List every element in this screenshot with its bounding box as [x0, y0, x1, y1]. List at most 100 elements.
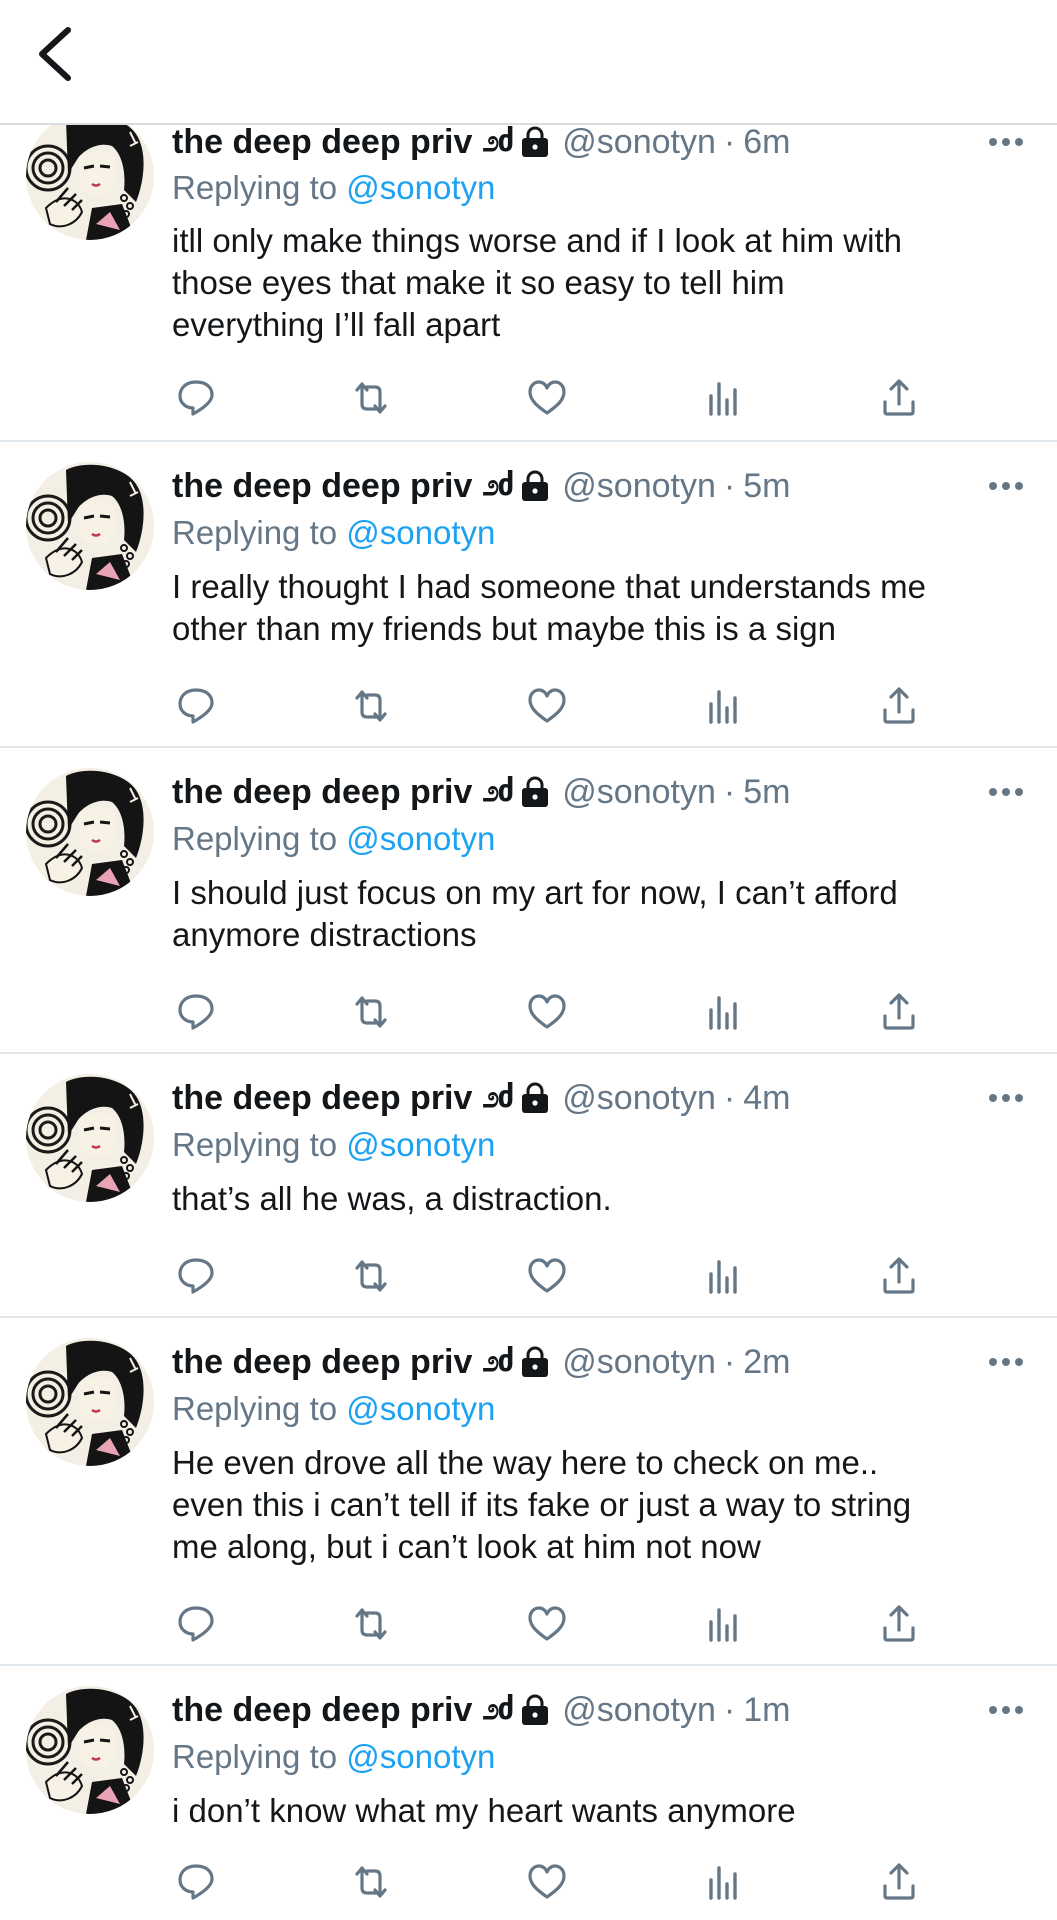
user-handle[interactable]: @sonotyn: [562, 1076, 716, 1120]
like-button[interactable]: [525, 1254, 569, 1298]
share-button[interactable]: [877, 1602, 921, 1646]
share-icon: [883, 379, 915, 416]
tweet-text: that’s all he was, a distraction.: [172, 1180, 612, 1217]
reply-button[interactable]: [174, 1254, 218, 1298]
timestamp[interactable]: 5m: [743, 464, 790, 508]
avatar[interactable]: [26, 1338, 154, 1466]
share-button[interactable]: [877, 684, 921, 728]
analytics-button[interactable]: [702, 1860, 746, 1904]
reply-button[interactable]: [174, 1860, 218, 1904]
retweet-button[interactable]: [349, 1254, 393, 1298]
lock-icon: [520, 1694, 550, 1726]
like-button[interactable]: [525, 684, 569, 728]
share-button[interactable]: [877, 1860, 921, 1904]
analytics-icon: [709, 1260, 737, 1294]
reply-button[interactable]: [174, 1602, 218, 1646]
reply-mention-link[interactable]: @sonotyn: [346, 169, 495, 206]
analytics-button[interactable]: [702, 1254, 746, 1298]
reply-mention-link[interactable]: @sonotyn: [346, 820, 495, 857]
name-badge: ೨ძ: [482, 1345, 514, 1378]
back-button[interactable]: [30, 22, 80, 86]
retweet-button[interactable]: [349, 990, 393, 1034]
analytics-icon: [709, 382, 737, 416]
avatar[interactable]: [26, 1074, 154, 1202]
analytics-button[interactable]: [702, 990, 746, 1034]
like-button[interactable]: [525, 990, 569, 1034]
more-options-icon[interactable]: [986, 1088, 1026, 1108]
tweet[interactable]: the deep deep priv ೨ძ @sonotyn · 1m Repl…: [0, 1666, 1057, 1920]
timestamp[interactable]: 2m: [743, 1340, 790, 1384]
avatar[interactable]: [26, 112, 154, 240]
reply-mention-link[interactable]: @sonotyn: [346, 1126, 495, 1163]
analytics-icon: [709, 690, 737, 724]
tweet-text: I really thought I had someone that unde…: [172, 568, 926, 647]
share-button[interactable]: [877, 376, 921, 420]
retweet-button[interactable]: [349, 684, 393, 728]
avatar[interactable]: [26, 768, 154, 896]
like-button[interactable]: [525, 1602, 569, 1646]
reply-button[interactable]: [174, 376, 218, 420]
timestamp[interactable]: 1m: [743, 1688, 790, 1732]
more-options-icon[interactable]: [986, 132, 1026, 152]
reply-mention-link[interactable]: @sonotyn: [346, 1390, 495, 1427]
retweet-icon: [355, 1866, 387, 1898]
display-name[interactable]: the deep deep priv: [172, 1688, 472, 1732]
reply-mention-link[interactable]: @sonotyn: [346, 1738, 495, 1775]
display-name[interactable]: the deep deep priv: [172, 464, 472, 508]
timestamp[interactable]: 6m: [743, 120, 790, 164]
timestamp[interactable]: 4m: [743, 1076, 790, 1120]
like-button[interactable]: [525, 376, 569, 420]
more-options-icon[interactable]: [986, 1352, 1026, 1372]
tweet[interactable]: the deep deep priv ೨ძ @sonotyn · 6m Repl…: [0, 112, 1057, 442]
reply-icon: [178, 994, 214, 1030]
tweet-header: the deep deep priv ೨ძ @sonotyn · 5m: [172, 464, 790, 508]
reply-mention-link[interactable]: @sonotyn: [346, 514, 495, 551]
reply-icon: [178, 688, 214, 724]
tweet-actions: [0, 376, 1057, 420]
display-name[interactable]: the deep deep priv: [172, 770, 472, 814]
user-handle[interactable]: @sonotyn: [562, 770, 716, 814]
tweet[interactable]: the deep deep priv ೨ძ @sonotyn · 5m Repl…: [0, 442, 1057, 748]
replying-to: Replying to @sonotyn: [172, 166, 495, 210]
like-icon: [528, 1258, 566, 1293]
tweet[interactable]: the deep deep priv ೨ძ @sonotyn · 2m Repl…: [0, 1318, 1057, 1666]
more-options-icon[interactable]: [986, 782, 1026, 802]
like-icon: [528, 1606, 566, 1641]
analytics-button[interactable]: [702, 1602, 746, 1646]
user-handle[interactable]: @sonotyn: [562, 464, 716, 508]
like-icon: [528, 994, 566, 1029]
timestamp[interactable]: 5m: [743, 770, 790, 814]
avatar[interactable]: [26, 462, 154, 590]
user-handle[interactable]: @sonotyn: [562, 1340, 716, 1384]
user-handle[interactable]: @sonotyn: [562, 1688, 716, 1732]
display-name[interactable]: the deep deep priv: [172, 1340, 472, 1384]
like-button[interactable]: [525, 1860, 569, 1904]
analytics-button[interactable]: [702, 376, 746, 420]
tweet-actions: [0, 684, 1057, 728]
share-button[interactable]: [877, 990, 921, 1034]
reply-button[interactable]: [174, 990, 218, 1034]
share-button[interactable]: [877, 1254, 921, 1298]
lock-icon: [520, 776, 550, 808]
display-name[interactable]: the deep deep priv: [172, 120, 472, 164]
retweet-button[interactable]: [349, 1860, 393, 1904]
more-options-icon[interactable]: [986, 476, 1026, 496]
tweet[interactable]: the deep deep priv ೨ძ @sonotyn · 4m Repl…: [0, 1054, 1057, 1318]
display-name[interactable]: the deep deep priv: [172, 1076, 472, 1120]
tweet-header: the deep deep priv ೨ძ @sonotyn · 6m: [172, 120, 790, 164]
reply-button[interactable]: [174, 684, 218, 728]
chevron-left-icon: [39, 27, 71, 81]
tweet[interactable]: the deep deep priv ೨ძ @sonotyn · 5m Repl…: [0, 748, 1057, 1054]
more-options-icon[interactable]: [986, 1700, 1026, 1720]
tweet-actions: [0, 1860, 1057, 1904]
separator-dot: ·: [723, 467, 736, 505]
retweet-button[interactable]: [349, 376, 393, 420]
reply-icon: [178, 380, 214, 416]
avatar[interactable]: [26, 1686, 154, 1814]
reply-icon: [178, 1606, 214, 1642]
name-badge: ೨ძ: [482, 1693, 514, 1726]
retweet-button[interactable]: [349, 1602, 393, 1646]
analytics-button[interactable]: [702, 684, 746, 728]
user-handle[interactable]: @sonotyn: [562, 120, 716, 164]
replying-to-label: Replying to: [172, 1390, 338, 1427]
